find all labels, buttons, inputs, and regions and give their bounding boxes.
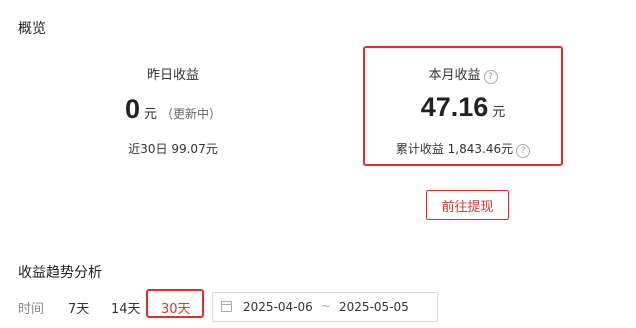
yesterday-earnings-card: 昨日收益 0 元（更新中） 近30日 99.07元 xyxy=(68,56,278,166)
range-option-14-days[interactable]: 14天 xyxy=(111,298,141,317)
calendar-icon xyxy=(221,301,232,312)
month-earnings-label: 本月收益 xyxy=(428,68,481,83)
overview-title: 概览 xyxy=(18,21,46,37)
yesterday-update-status: （更新中） xyxy=(161,107,222,121)
yesterday-earnings-main: 0 元（更新中） xyxy=(68,94,278,125)
trend-title: 收益趋势分析 xyxy=(18,265,102,281)
date-range-picker[interactable]: 2025-04-06 ~ 2025-05-05 xyxy=(212,292,438,322)
total-earnings-row: 累计收益 1,843.46元? xyxy=(365,140,561,158)
time-label: 时间 xyxy=(18,302,45,317)
month-earnings-unit: 元 xyxy=(492,105,506,120)
total-earnings: 累计收益 1,843.46元 xyxy=(395,142,514,156)
earnings-page: 概览 昨日收益 0 元（更新中） 近30日 99.07元 本月收益? 47.16 元… xyxy=(0,0,636,328)
month-earnings-main: 47.16 元 xyxy=(365,92,561,123)
trend-filter-row: 时间 7天 14天 30天 2025-04-06 ~ 2025-05-05 xyxy=(18,289,618,322)
date-range-start[interactable]: 2025-04-06 xyxy=(243,300,313,314)
range-option-7-days[interactable]: 7天 xyxy=(68,298,89,317)
question-circle-icon[interactable]: ? xyxy=(516,144,531,158)
yesterday-earnings-value: 0 xyxy=(124,94,140,124)
date-range-separator: ~ xyxy=(321,299,332,313)
question-circle-icon[interactable]: ? xyxy=(483,70,498,84)
month-earnings-value: 47.16 xyxy=(420,92,489,122)
yesterday-earnings-unit: 元 xyxy=(144,107,158,122)
date-range-end[interactable]: 2025-05-05 xyxy=(339,300,409,314)
month-earnings-card: 本月收益? 47.16 元 累计收益 1,843.46元? xyxy=(363,46,563,166)
month-earnings-label-row: 本月收益? xyxy=(365,64,561,84)
range-option-30-days[interactable]: 30天 xyxy=(161,298,191,317)
last-30-days-earnings: 近30日 99.07元 xyxy=(128,142,218,156)
withdraw-button[interactable]: 前往提现 xyxy=(426,190,509,220)
yesterday-earnings-label: 昨日收益 xyxy=(146,68,199,83)
